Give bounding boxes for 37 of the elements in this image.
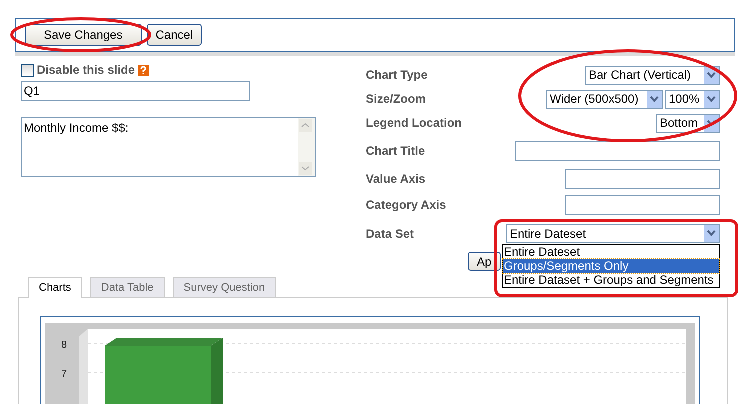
dropdown-option[interactable]: Groups/Segments Only (503, 258, 719, 272)
save-button[interactable]: Save Changes (25, 24, 142, 46)
tab[interactable]: Charts (28, 277, 82, 298)
zoom-select[interactable]: 100% (665, 90, 720, 108)
cancel-button[interactable]: Cancel (146, 24, 202, 46)
chevron-down-icon (704, 225, 719, 242)
dropdown-option[interactable]: Entire Dataset + Groups and Segments (503, 272, 719, 286)
setting-label: Chart Type (366, 67, 429, 84)
axis-tick-label: 8 (61, 340, 67, 351)
select-field[interactable]: Entire Dateset (506, 224, 720, 243)
setting-label: Value Axis (366, 171, 427, 188)
chevron-down-icon (647, 90, 662, 108)
text-area[interactable]: Monthly Income $$: (21, 117, 316, 177)
setting-label: Category Axis (366, 197, 448, 214)
select-field[interactable]: Bottom (656, 114, 720, 132)
setting-label: Legend Location (366, 115, 462, 132)
checkbox-label: Disable this slide (37, 63, 136, 77)
setting-label: Chart Title (366, 142, 426, 160)
input-field[interactable]: Q1 (21, 81, 250, 101)
setting-label: Data Set (366, 226, 416, 242)
input-field[interactable] (515, 140, 720, 160)
tab[interactable]: Data Table (90, 277, 165, 297)
apply-button[interactable]: Ap (468, 252, 501, 271)
chevron-down-icon (704, 90, 719, 108)
axis-tick-label: 7 (61, 369, 67, 380)
input-field[interactable] (565, 195, 720, 215)
help-icon[interactable] (138, 64, 150, 76)
scrollbar[interactable] (298, 118, 315, 176)
dropdown-option[interactable]: Entire Dateset (503, 244, 719, 258)
scroll-down-icon[interactable] (299, 162, 312, 175)
scroll-up-icon[interactable] (299, 119, 312, 132)
input-field[interactable] (565, 169, 720, 189)
checkbox[interactable] (21, 64, 34, 76)
select-field[interactable]: Bar Chart (Vertical) (585, 66, 720, 84)
tab[interactable]: Survey Question (172, 277, 276, 297)
select-field[interactable]: Wider (500x500) (546, 90, 663, 108)
setting-label: Size/Zoom (366, 91, 428, 108)
